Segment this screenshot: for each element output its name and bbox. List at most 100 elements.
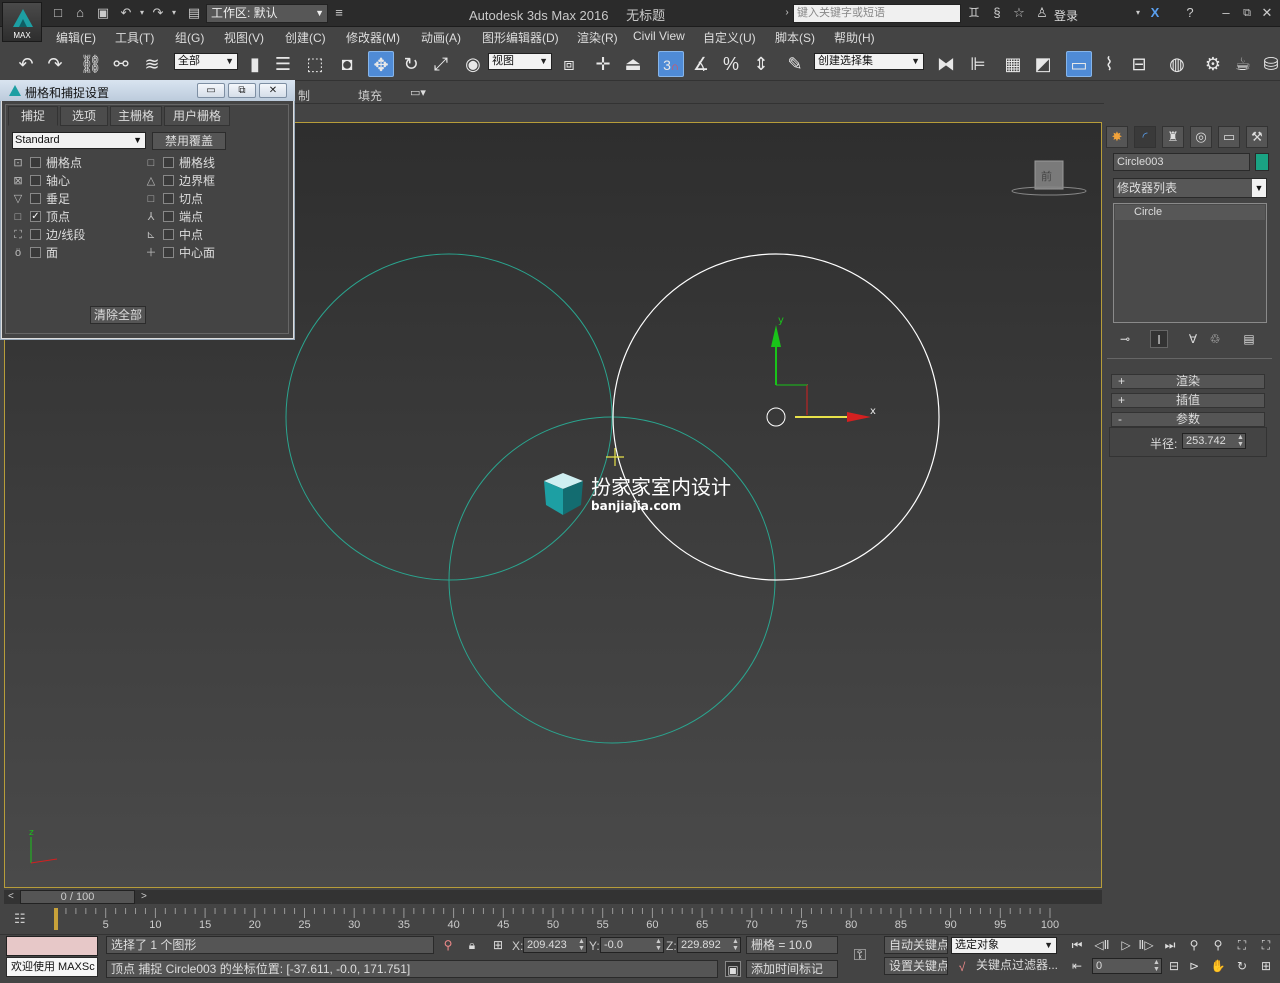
tab-snaps[interactable]: 捕捉 xyxy=(8,106,58,126)
reference-coordinate-dropdown[interactable]: 视图 ▼ xyxy=(488,53,552,70)
previous-frame-icon[interactable]: ◁Ⅱ xyxy=(1094,937,1110,953)
time-slider-thumb[interactable]: 0 / 100 xyxy=(20,890,135,904)
toolbar-redo-icon[interactable]: ↷ xyxy=(42,51,68,77)
time-prev-icon[interactable]: < xyxy=(8,891,14,902)
radius-spinner[interactable]: 253.742 ▲ ▼ xyxy=(1182,433,1246,449)
selection-filter-dropdown[interactable]: 全部 ▼ xyxy=(174,53,238,70)
field-of-view-icon[interactable]: ⊳ xyxy=(1186,958,1202,974)
material-editor-icon[interactable]: ◍ xyxy=(1164,51,1190,77)
dialog-close-button[interactable]: ✕ xyxy=(259,83,287,98)
menu-graph-editors[interactable]: 图形编辑器(D) xyxy=(482,29,559,46)
modifier-stack-item-circle[interactable]: Circle xyxy=(1115,205,1265,220)
grid-points-checkbox[interactable] xyxy=(30,157,41,168)
select-and-scale-icon[interactable]: ⤢ xyxy=(428,51,454,77)
go-to-end-icon[interactable]: ⏭ xyxy=(1162,937,1178,953)
toolbar-undo-icon[interactable]: ↶ xyxy=(13,51,39,77)
isolate-selection-icon[interactable]: ⚲ xyxy=(440,937,456,953)
rollout-parameters[interactable]: - 参数 xyxy=(1111,412,1265,427)
rollout-interpolation[interactable]: + 插值 xyxy=(1111,393,1265,408)
window-crossing-icon[interactable]: ◘ xyxy=(334,51,360,77)
menu-tools[interactable]: 工具(T) xyxy=(115,29,154,46)
snap-option-grid-points[interactable]: ⊡ 栅格点 xyxy=(12,155,142,171)
scene-explorer-icon[interactable]: ◩ xyxy=(1030,51,1056,77)
face-checkbox[interactable] xyxy=(30,247,41,258)
edge-segment-checkbox[interactable] xyxy=(30,229,41,240)
render-production-icon[interactable]: ⛁ xyxy=(1258,51,1280,77)
viewcube-front-label[interactable]: 前 xyxy=(1041,169,1052,183)
snap-option-endpoint[interactable]: ⅄ 端点 xyxy=(145,209,275,225)
menu-edit[interactable]: 编辑(E) xyxy=(56,29,96,46)
mirror-icon[interactable]: ⧓ xyxy=(933,51,959,77)
next-frame-icon[interactable]: Ⅱ▷ xyxy=(1138,937,1154,953)
play-icon[interactable]: ▷ xyxy=(1118,937,1134,953)
exchange-x-icon[interactable]: X xyxy=(1147,5,1163,21)
new-file-icon[interactable]: □ xyxy=(50,5,66,21)
snap-option-pivot[interactable]: ⊠ 轴心 xyxy=(12,173,142,189)
redo-icon[interactable]: ↷ xyxy=(150,5,166,21)
mini-curve-editor-icon[interactable]: ☷ xyxy=(14,911,26,927)
snap-option-edge-segment[interactable]: ⛶ 边/线段 xyxy=(12,227,142,243)
center-face-checkbox[interactable] xyxy=(163,247,174,258)
menu-customize[interactable]: 自定义(U) xyxy=(703,29,756,46)
unlink-selection-icon[interactable]: ⚯ xyxy=(108,51,134,77)
edit-named-selection-icon[interactable]: ✎ xyxy=(782,51,808,77)
select-and-rotate-icon[interactable]: ↻ xyxy=(398,51,424,77)
help-icon[interactable]: ? xyxy=(1182,5,1198,21)
percent-snap-icon[interactable]: % xyxy=(718,51,744,77)
project-folder-icon[interactable]: ▤ xyxy=(186,5,202,21)
snap-option-tangent[interactable]: □ 切点 xyxy=(145,191,275,207)
vertex-checkbox[interactable]: ✓ xyxy=(30,211,41,222)
rollout-rendering[interactable]: + 渲染 xyxy=(1111,374,1265,389)
render-frame-icon[interactable]: ☕ xyxy=(1230,51,1256,77)
selection-lock-icon[interactable]: 🔒︎ xyxy=(464,937,480,953)
menu-scripting[interactable]: 脚本(S) xyxy=(775,29,815,46)
dialog-restore-button[interactable]: ⧉ xyxy=(228,83,256,98)
app-menu-button[interactable]: MAX xyxy=(2,2,42,42)
pivot-checkbox[interactable] xyxy=(30,175,41,186)
add-time-tag-field[interactable]: 添加时间标记 xyxy=(746,960,838,978)
object-name-field[interactable]: Circle003 xyxy=(1113,153,1250,171)
time-next-icon[interactable]: > xyxy=(141,891,147,902)
pivot-center-icon[interactable]: ⧈ xyxy=(556,51,582,77)
menu-civil-view[interactable]: Civil View xyxy=(633,29,685,43)
curve-editor-icon[interactable]: ⌇ xyxy=(1096,51,1122,77)
zoom-icon[interactable]: ⚲ xyxy=(1186,937,1202,953)
undo-icon[interactable]: ↶ xyxy=(118,5,134,21)
menu-create[interactable]: 创建(C) xyxy=(285,29,326,46)
ribbon-tab-partial[interactable]: 制 xyxy=(298,87,310,104)
go-to-start-icon[interactable]: ⏮ xyxy=(1069,937,1085,953)
snap-option-midpoint[interactable]: ⊾ 中点 xyxy=(145,227,275,243)
object-color-swatch[interactable] xyxy=(1255,153,1269,171)
open-file-icon[interactable]: ⌂ xyxy=(72,5,88,21)
bounding-box-checkbox[interactable] xyxy=(163,175,174,186)
bind-to-space-warp-icon[interactable]: ≋ xyxy=(139,51,165,77)
show-end-result-icon[interactable]: Ⅰ xyxy=(1150,330,1168,348)
layer-manager-icon[interactable]: ▦ xyxy=(1000,51,1026,77)
hierarchy-tab-icon[interactable]: ♜ xyxy=(1162,126,1184,148)
tangent-checkbox[interactable] xyxy=(163,193,174,204)
configure-modifier-sets-icon[interactable]: ▤ xyxy=(1240,330,1258,348)
workspace-selector[interactable]: 工作区: 默认 ▼ xyxy=(206,4,328,23)
snap-option-vertex[interactable]: □ ✓ 顶点 xyxy=(12,209,142,225)
time-tag-icon[interactable]: ▣ xyxy=(725,961,741,977)
angle-snap-icon[interactable]: ∡ xyxy=(688,51,714,77)
time-slider[interactable] xyxy=(4,890,1102,904)
tab-options[interactable]: 选项 xyxy=(60,106,108,126)
make-unique-icon[interactable]: ∀ xyxy=(1184,330,1202,348)
minimize-window-icon[interactable]: ‒ xyxy=(1218,5,1234,21)
select-manipulate-icon[interactable]: ✛ xyxy=(590,51,616,77)
redo-dropdown-icon[interactable]: ▾ xyxy=(166,5,182,21)
named-selection-sets-dropdown[interactable]: 创建选择集 ▼ xyxy=(814,53,924,70)
snaps-toggle-button[interactable]: 3∩ xyxy=(658,51,684,77)
midpoint-checkbox[interactable] xyxy=(163,229,174,240)
select-by-name-icon[interactable]: ☰ xyxy=(270,51,296,77)
z-coordinate-spinner[interactable]: 229.892 ▲ ▼ xyxy=(677,937,741,953)
auto-key-button[interactable]: 自动关键点 xyxy=(884,936,948,954)
current-frame-spinner[interactable]: 0 ▲ ▼ xyxy=(1092,958,1162,974)
tab-home-grid[interactable]: 主栅格 xyxy=(110,106,162,126)
undo-dropdown-icon[interactable]: ▾ xyxy=(134,5,150,21)
close-window-icon[interactable]: ✕ xyxy=(1259,5,1275,21)
display-tab-icon[interactable]: ▭ xyxy=(1218,126,1240,148)
pin-stack-icon[interactable]: ⊸ xyxy=(1116,330,1134,348)
rectangular-selection-icon[interactable]: ⬚ xyxy=(302,51,328,77)
